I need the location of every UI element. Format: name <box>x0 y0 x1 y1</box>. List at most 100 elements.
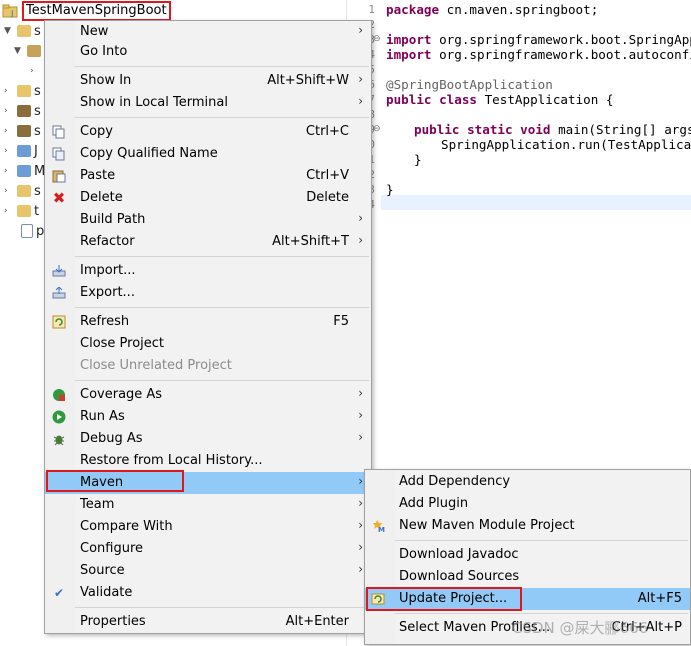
menu-item-add-plugin[interactable]: Add Plugin <box>365 493 690 515</box>
menu-item-team[interactable]: Team › <box>45 494 371 516</box>
pom-file-icon <box>21 224 33 238</box>
menu-separator <box>75 117 369 118</box>
menu-item-delete[interactable]: ✖ Delete Delete <box>45 187 371 209</box>
svg-text:M: M <box>378 526 385 533</box>
menu-item-import[interactable]: Import... <box>45 260 371 282</box>
code-line: } <box>386 182 394 197</box>
code-line: SpringApplication.run(TestApplicatio <box>441 137 691 152</box>
menu-separator <box>395 540 688 541</box>
code-line: @SpringBootApplication <box>386 77 553 92</box>
project-context-menu: New › Go Into Show In Alt+Shift+W › Show… <box>44 20 372 634</box>
menu-item-restore-local-history[interactable]: Restore from Local History... <box>45 450 371 472</box>
submenu-arrow-icon: › <box>358 474 363 488</box>
copy-qualified-icon <box>51 147 67 161</box>
project-tree-root[interactable]: J TestMavenSpringBoot <box>2 1 171 21</box>
tree-item[interactable]: › M <box>4 161 45 181</box>
project-name: TestMavenSpringBoot <box>22 1 171 21</box>
menu-item-properties[interactable]: Properties Alt+Enter <box>45 611 371 633</box>
expand-arrow-icon[interactable]: › <box>4 146 14 156</box>
menu-separator <box>75 66 369 67</box>
menu-separator <box>75 607 369 608</box>
new-maven-module-icon: M <box>371 519 387 533</box>
submenu-arrow-icon: › <box>358 496 363 510</box>
menu-item-update-project[interactable]: Update Project... Alt+F5 <box>365 588 690 610</box>
tree-item[interactable]: › s <box>4 81 41 101</box>
submenu-arrow-icon: › <box>358 518 363 532</box>
code-line: public class TestApplication { <box>386 92 614 107</box>
folder-icon <box>17 205 31 217</box>
tree-item[interactable]: ▼ <box>14 41 44 61</box>
menu-item-maven[interactable]: Maven › <box>45 472 371 494</box>
checkmark-icon: ✔ <box>53 586 65 600</box>
tree-item[interactable]: › <box>30 61 40 81</box>
fold-toggle-icon[interactable]: ⊖ <box>373 124 381 134</box>
library-icon <box>17 165 31 177</box>
tree-item[interactable]: › s <box>4 101 41 121</box>
submenu-arrow-icon: › <box>358 23 363 37</box>
import-icon <box>51 264 67 278</box>
submenu-arrow-icon: › <box>358 233 363 247</box>
menu-item-refactor[interactable]: Refactor Alt+Shift+T › <box>45 231 371 253</box>
submenu-arrow-icon: › <box>358 562 363 576</box>
submenu-arrow-icon: › <box>358 540 363 554</box>
menu-item-debug-as[interactable]: Debug As › <box>45 428 371 450</box>
menu-item-new-maven-module[interactable]: M New Maven Module Project <box>365 515 690 537</box>
menu-item-validate[interactable]: ✔ Validate <box>45 582 371 604</box>
tree-item[interactable]: ▼ s <box>4 21 41 41</box>
menu-separator <box>75 380 369 381</box>
collapse-arrow-icon[interactable]: ▼ <box>4 26 14 36</box>
java-project-icon: J <box>2 4 18 18</box>
tree-item[interactable]: › t <box>4 201 39 221</box>
menu-item-coverage-as[interactable]: Coverage As › <box>45 384 371 406</box>
folder-icon <box>17 185 31 197</box>
menu-item-download-javadoc[interactable]: Download Javadoc <box>365 544 690 566</box>
menu-item-copy-qualified-name[interactable]: Copy Qualified Name <box>45 143 371 165</box>
menu-item-close-unrelated-project: Close Unrelated Project <box>80 358 232 373</box>
expand-arrow-icon[interactable]: › <box>30 66 40 76</box>
current-line-highlight <box>381 195 691 210</box>
expand-arrow-icon[interactable]: › <box>4 106 14 116</box>
menu-item-close-project[interactable]: Close Project <box>45 333 371 355</box>
refresh-icon <box>51 315 67 329</box>
tree-item[interactable]: › s <box>4 121 41 141</box>
menu-item-run-as[interactable]: Run As › <box>45 406 371 428</box>
package-icon <box>17 125 31 137</box>
menu-item-paste[interactable]: Paste Ctrl+V <box>45 165 371 187</box>
update-project-icon <box>371 592 387 606</box>
menu-item-configure[interactable]: Configure › <box>45 538 371 560</box>
expand-arrow-icon[interactable]: › <box>4 186 14 196</box>
copy-icon <box>51 125 67 139</box>
collapse-arrow-icon[interactable]: ▼ <box>14 46 24 56</box>
code-line: import org.springframework.boot.SpringAp… <box>386 32 691 47</box>
line-number: 1 <box>368 3 375 16</box>
export-icon <box>51 286 67 300</box>
menu-item-refresh[interactable]: Refresh F5 <box>45 311 371 333</box>
tree-item[interactable]: › J <box>4 141 38 161</box>
menu-item-go-into[interactable]: Go Into <box>45 41 371 63</box>
submenu-arrow-icon: › <box>358 386 363 400</box>
expand-arrow-icon[interactable]: › <box>4 126 14 136</box>
tree-item[interactable]: › s <box>4 181 41 201</box>
coverage-icon <box>51 388 67 402</box>
menu-item-export[interactable]: Export... <box>45 282 371 304</box>
menu-item-show-in[interactable]: Show In Alt+Shift+W › <box>45 70 371 92</box>
menu-separator <box>75 307 369 308</box>
run-icon <box>51 410 67 424</box>
paste-icon <box>51 169 67 183</box>
menu-item-new[interactable]: New › <box>45 21 371 43</box>
menu-item-compare-with[interactable]: Compare With › <box>45 516 371 538</box>
menu-item-show-in-terminal[interactable]: Show in Local Terminal › <box>45 92 371 114</box>
menu-item-source[interactable]: Source › <box>45 560 371 582</box>
expand-arrow-icon[interactable]: › <box>4 86 14 96</box>
fold-toggle-icon[interactable]: ⊖ <box>373 34 381 44</box>
svg-text:J: J <box>10 9 13 18</box>
tree-item[interactable]: p <box>18 221 44 241</box>
submenu-arrow-icon: › <box>358 408 363 422</box>
menu-item-download-sources[interactable]: Download Sources <box>365 566 690 588</box>
menu-item-build-path[interactable]: Build Path › <box>45 209 371 231</box>
menu-item-copy[interactable]: Copy Ctrl+C <box>45 121 371 143</box>
menu-item-add-dependency[interactable]: Add Dependency <box>365 471 690 493</box>
expand-arrow-icon[interactable]: › <box>4 206 14 216</box>
delete-icon: ✖ <box>52 189 66 207</box>
expand-arrow-icon[interactable]: › <box>4 166 14 176</box>
